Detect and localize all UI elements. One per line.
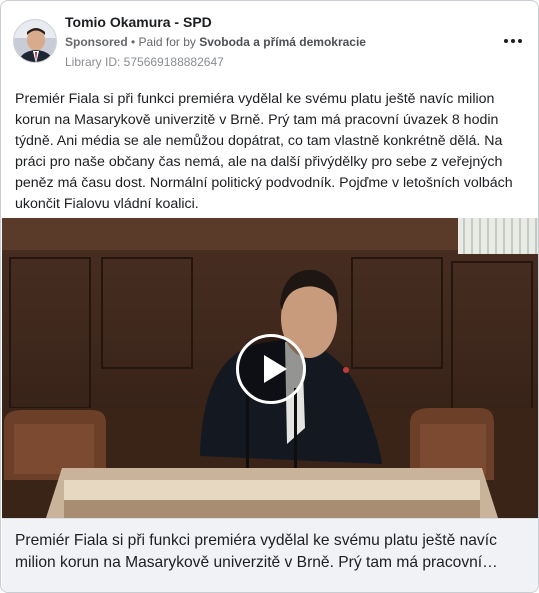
page-name[interactable]: Tomio Okamura - SPD (65, 14, 212, 30)
paid-for-by-label: Paid for by (138, 35, 200, 49)
play-icon (264, 355, 287, 383)
library-id: Library ID: 575669188882647 (65, 55, 224, 69)
play-button[interactable] (236, 334, 306, 404)
post-text: Premiér Fiala si při funkci premiéra vyd… (15, 91, 513, 212)
sponsored-label: Sponsored (65, 35, 128, 49)
video-player[interactable] (2, 218, 538, 518)
ad-header: Tomio Okamura - SPD Sponsored • Paid for… (13, 13, 528, 73)
meta-separator: • (127, 35, 139, 49)
sponsorship-line: Sponsored • Paid for by Svoboda a přímá … (65, 35, 366, 49)
avatar-image (14, 20, 56, 62)
ad-footer[interactable]: Premiér Fiala si při funkci premiéra vyd… (2, 518, 538, 592)
more-dot (518, 39, 522, 43)
ad-card: Tomio Okamura - SPD Sponsored • Paid for… (0, 0, 539, 593)
more-options-button[interactable] (498, 31, 528, 51)
footer-caption: Premiér Fiala si při funkci premiéra vyd… (15, 532, 497, 571)
more-horizontal-icon (504, 39, 508, 43)
more-dot (511, 39, 515, 43)
page-avatar[interactable] (13, 19, 57, 63)
payer-name[interactable]: Svoboda a přímá demokracie (199, 35, 366, 49)
